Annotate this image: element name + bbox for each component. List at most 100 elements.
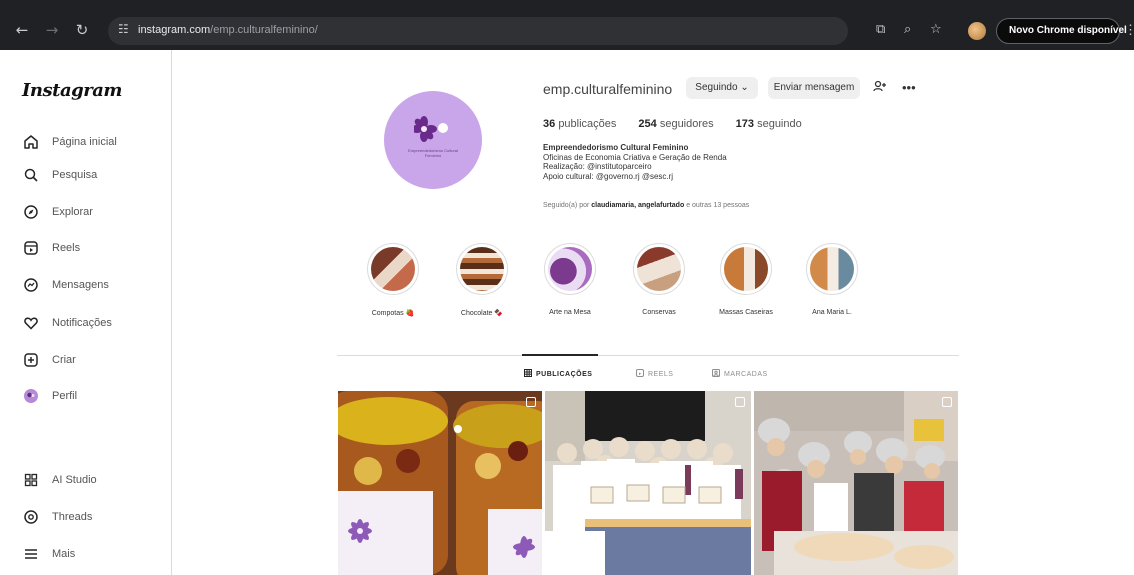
sidebar-item-label: Threads — [52, 511, 93, 523]
url-path: /emp.culturalfeminino/ — [210, 24, 318, 36]
posts-label: publicações — [558, 118, 617, 130]
sidebar-item-ai-studio[interactable]: AI Studio — [22, 468, 97, 492]
carousel-icon — [735, 397, 745, 407]
back-arrow-icon[interactable]: ← — [14, 22, 30, 38]
add-user-icon[interactable] — [873, 80, 887, 95]
sidebar-item-profile[interactable]: Perfil — [22, 384, 77, 408]
tab-label: MARCADAS — [724, 370, 768, 378]
highlight-label: Arte na Mesa — [549, 309, 591, 316]
chrome-update-button[interactable]: Novo Chrome disponível — [996, 18, 1127, 44]
url-text: instagram.com/emp.culturalfeminino/ — [138, 24, 318, 36]
tab-tagged[interactable]: MARCADAS — [712, 369, 768, 379]
highlight-thumbnail — [637, 247, 681, 291]
highlight-label: Compotas 🍓 — [371, 310, 415, 317]
story-highlight[interactable]: Ana Maria L. — [802, 243, 862, 316]
sidebar-item-search[interactable]: Pesquisa — [22, 163, 97, 187]
tabs-divider — [337, 355, 959, 356]
highlight-thumbnail — [460, 247, 504, 291]
highlight-thumbnail — [810, 247, 854, 291]
following-button[interactable]: Seguindo ⌄ — [686, 77, 758, 99]
post-image-jars — [338, 391, 542, 575]
sidebar-item-explore[interactable]: Explorar — [22, 200, 93, 224]
highlight-label: Ana Maria L. — [812, 309, 852, 316]
followed-by-prefix: Seguido(a) por — [543, 202, 590, 209]
url-host: instagram.com — [138, 24, 211, 36]
highlight-ring — [806, 243, 858, 295]
story-highlight[interactable]: Massas Caseiras — [716, 243, 776, 316]
plus-square-icon — [22, 351, 40, 369]
profile-stats: 36 publicações 254 seguidores 173 seguin… — [543, 118, 802, 130]
search-icon — [22, 166, 40, 184]
more-options-icon[interactable]: ••• — [902, 80, 916, 95]
chevron-down-icon: ⌄ — [740, 82, 749, 93]
followers-stat[interactable]: 254 seguidores — [638, 118, 713, 130]
chrome-profile-avatar[interactable] — [968, 22, 986, 40]
sidebar-item-label: Perfil — [52, 390, 78, 402]
following-stat[interactable]: 173 seguindo — [736, 118, 802, 130]
sidebar-item-threads[interactable]: Threads — [22, 505, 92, 529]
bookmark-star-icon[interactable]: ☆ — [930, 22, 942, 38]
browser-toolbar: ← → ↻ ☷ instagram.com/emp.culturalfemini… — [0, 0, 1134, 50]
followed-by[interactable]: Seguido(a) por claudiamaria, angelafurta… — [543, 202, 749, 209]
post-thumbnail[interactable] — [338, 391, 542, 575]
posts-stat: 36 publicações — [543, 118, 616, 130]
sidebar-item-label: Mensagens — [52, 279, 109, 291]
tab-label: REELS — [648, 370, 674, 378]
highlight-label: Chocolate 🍫 — [460, 310, 504, 317]
story-highlight[interactable]: Arte na Mesa — [540, 243, 600, 316]
reels-icon — [636, 369, 644, 379]
sidebar-item-label: Explorar — [52, 206, 93, 218]
sidebar-item-reels[interactable]: Reels — [22, 236, 80, 260]
highlight-ring — [367, 243, 419, 295]
forward-arrow-icon[interactable]: → — [44, 22, 60, 38]
threads-icon — [22, 508, 40, 526]
sidebar-item-messages[interactable]: Mensagens — [22, 273, 109, 297]
tab-reels[interactable]: REELS — [636, 369, 673, 379]
sidebar-item-notifications[interactable]: Notificações — [22, 311, 112, 335]
sidebar-item-home[interactable]: Página inicial — [22, 130, 117, 154]
bio-name: Empreendedorismo Cultural Feminino — [543, 143, 689, 152]
sidebar-item-create[interactable]: Criar — [22, 348, 76, 372]
story-highlight[interactable]: Chocolate 🍫 — [452, 243, 512, 317]
reload-icon[interactable]: ↻ — [74, 22, 90, 38]
home-icon — [22, 133, 40, 151]
story-highlight[interactable]: Compotas 🍓 — [363, 243, 423, 317]
send-message-button[interactable]: Enviar mensagem — [768, 77, 860, 99]
bio-line: Realização: @institutoparceiro — [543, 162, 652, 171]
highlight-ring — [456, 243, 508, 295]
posts-count: 36 — [543, 118, 556, 130]
site-info-icon[interactable]: ☷ — [118, 22, 129, 36]
highlight-ring — [544, 243, 596, 295]
address-bar[interactable]: ☷ instagram.com/emp.culturalfeminino/ — [108, 17, 848, 45]
highlight-thumbnail — [371, 247, 415, 291]
instagram-logo[interactable]: Instagram — [22, 80, 122, 101]
sidebar-item-label: Mais — [52, 548, 76, 560]
chrome-menu-icon[interactable]: ⋮ — [1124, 22, 1134, 38]
carousel-icon — [942, 397, 952, 407]
profile-picture-caption: Empreendedorismo Cultural Feminino — [408, 148, 458, 158]
highlight-thumbnail — [724, 247, 768, 291]
profile-picture[interactable]: Empreendedorismo Cultural Feminino — [384, 91, 482, 189]
story-highlight[interactable]: Conservas — [629, 243, 689, 316]
followed-by-suffix: e outras 13 pessoas — [686, 202, 750, 209]
heart-icon — [22, 314, 40, 332]
post-thumbnail[interactable] — [754, 391, 958, 575]
profile-avatar-icon — [22, 387, 40, 405]
zoom-icon[interactable]: ⌕ — [904, 22, 911, 38]
post-thumbnail[interactable] — [545, 391, 751, 575]
sidebar-item-more[interactable]: Mais — [22, 542, 75, 566]
tab-label: PUBLICAÇÕES — [536, 370, 593, 378]
highlight-label: Massas Caseiras — [719, 309, 773, 316]
followed-by-names: claudiamaria, angelafurtado — [591, 202, 685, 209]
post-image-workshop — [754, 391, 958, 575]
highlight-ring — [720, 243, 772, 295]
tab-strip — [0, 0, 1134, 10]
bio-line: Apoio cultural: @governo.rj @sesc.rj — [543, 171, 674, 181]
grid-icon — [524, 369, 532, 379]
followers-count: 254 — [638, 118, 657, 130]
translate-icon[interactable]: ⧉ — [876, 22, 885, 38]
sidebar-item-label: Notificações — [52, 317, 112, 329]
sidebar-item-label: Página inicial — [52, 136, 117, 148]
tab-posts[interactable]: PUBLICAÇÕES — [524, 369, 592, 379]
followers-label: seguidores — [659, 118, 714, 130]
